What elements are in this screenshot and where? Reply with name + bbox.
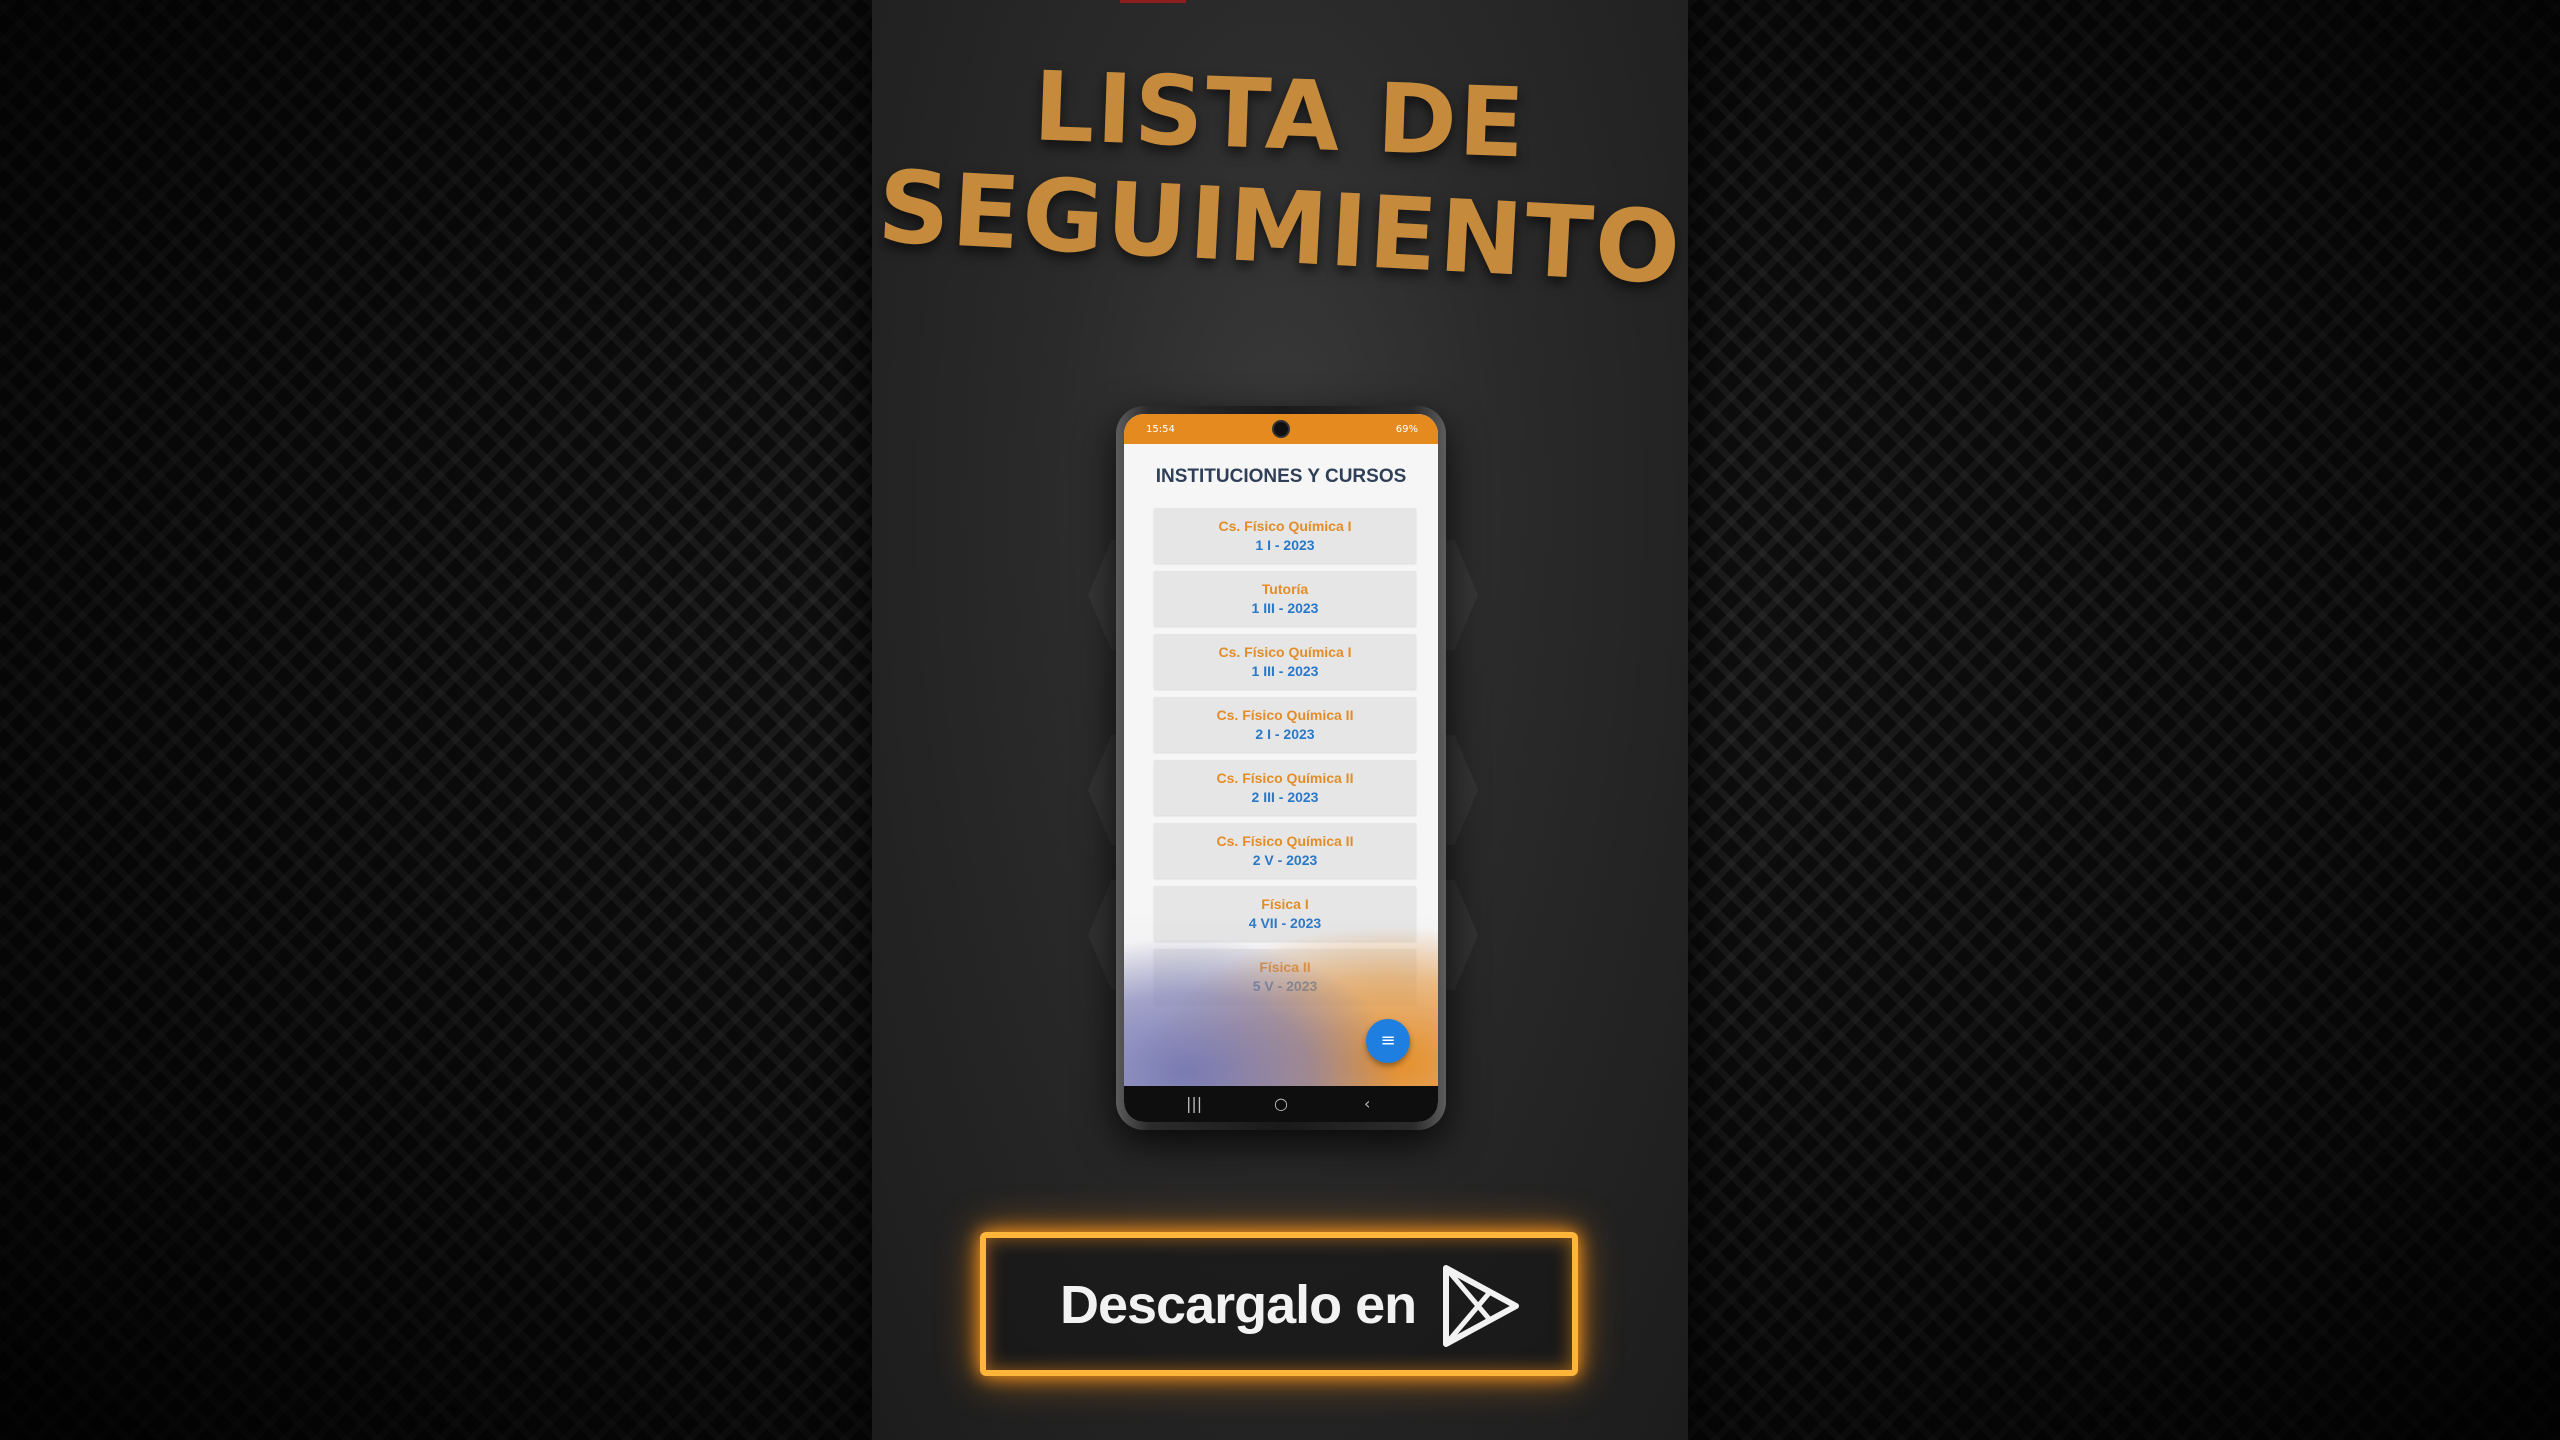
download-label: Descargalo en [1060,1275,1417,1335]
course-name: Física I [1261,896,1309,912]
course-name: Cs. Físico Química I [1218,644,1352,660]
status-time: 15:54 [1146,424,1175,435]
course-name: Tutoría [1261,581,1309,597]
course-group: 5 V - 2023 [1252,978,1318,994]
course-item[interactable]: Física I 4 VII - 2023 [1154,886,1416,941]
page-title: LISTA DE SEGUIMIENTO [872,50,1688,307]
android-nav-bar: ||| ○ ‹ [1124,1086,1438,1122]
course-item[interactable]: Cs. Físico Química II 2 I - 2023 [1154,697,1416,752]
course-name: Cs. Físico Química I [1218,518,1352,534]
home-icon[interactable]: ○ [1274,1094,1288,1113]
status-bar: 15:54 69% [1124,414,1438,444]
course-group: 1 III - 2023 [1251,663,1319,679]
google-play-icon [1443,1265,1519,1347]
course-list: Cs. Físico Química I 1 I - 2023 Tutoría … [1154,508,1416,1012]
course-item[interactable]: Cs. Físico Química I 1 I - 2023 [1154,508,1416,563]
course-group: 2 III - 2023 [1251,789,1319,805]
phone-screen: 15:54 69% INSTITUCIONES Y CURSOS Cs. Fís… [1124,414,1438,1122]
course-group: 2 V - 2023 [1252,852,1318,868]
course-group: 1 III - 2023 [1251,600,1319,616]
video-frame: LISTA DE SEGUIMIENTO 15:54 69% INSTITUCI… [0,0,2560,1440]
status-battery: 69% [1395,424,1418,435]
app-title: INSTITUCIONES Y CURSOS [1155,466,1407,487]
menu-fab-button[interactable]: ≡ [1366,1019,1410,1063]
course-item[interactable]: Cs. Físico Química II 2 III - 2023 [1154,760,1416,815]
back-icon[interactable]: ‹ [1364,1094,1370,1113]
front-camera [1274,422,1288,436]
course-group: 2 I - 2023 [1255,726,1315,742]
recents-icon[interactable]: ||| [1186,1094,1202,1113]
course-name: Física II [1259,959,1311,975]
menu-icon: ≡ [1380,1030,1396,1051]
phone-mockup: 15:54 69% INSTITUCIONES Y CURSOS Cs. Fís… [1116,406,1446,1130]
download-google-play-button[interactable]: Descargalo en [980,1232,1578,1376]
course-name: Cs. Físico Química II [1216,770,1354,786]
course-item[interactable]: Cs. Físico Química I 1 III - 2023 [1154,634,1416,689]
course-name: Cs. Físico Química II [1216,833,1354,849]
course-item[interactable]: Cs. Físico Química II 2 V - 2023 [1154,823,1416,878]
course-name: Cs. Físico Química II [1216,707,1354,723]
course-item[interactable]: Tutoría 1 III - 2023 [1154,571,1416,626]
course-group: 1 I - 2023 [1255,537,1315,553]
course-group: 4 VII - 2023 [1248,915,1322,931]
top-accent-mark [1120,0,1186,3]
course-item[interactable]: Física II 5 V - 2023 [1154,949,1416,1004]
